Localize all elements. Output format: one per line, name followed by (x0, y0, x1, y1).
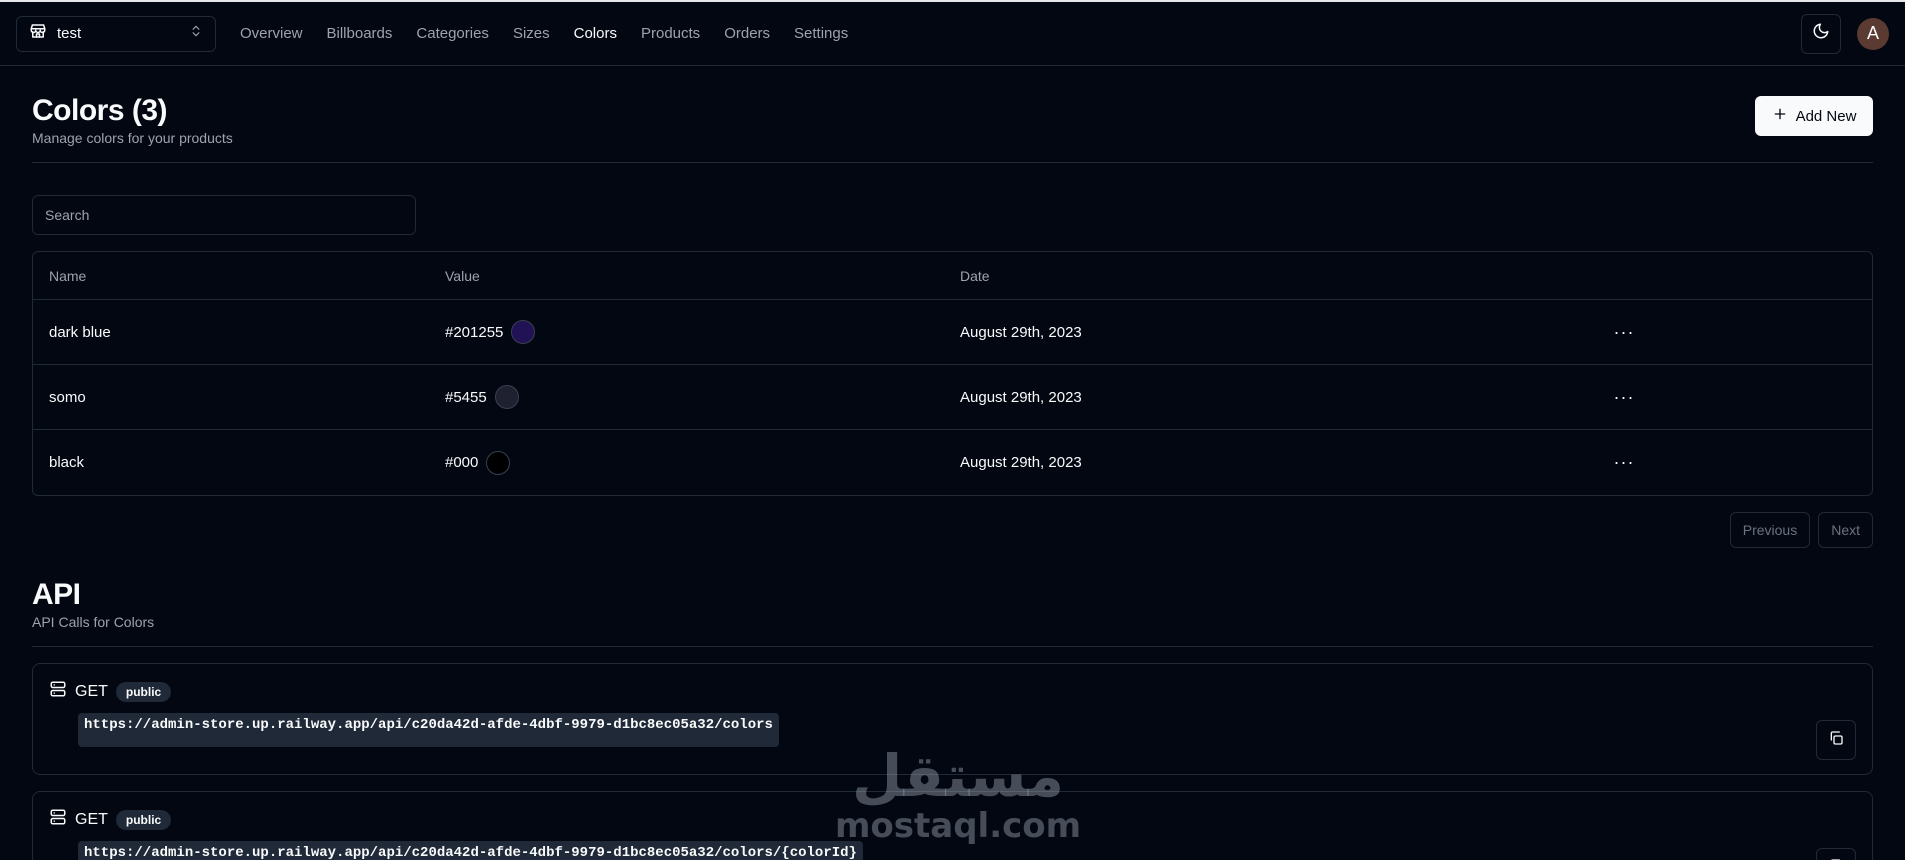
color-name: black (49, 454, 85, 471)
api-heading: API API Calls for Colors (32, 548, 1873, 630)
nav-categories[interactable]: Categories (416, 25, 489, 42)
table-row: somo #5455 August 29th, 2023 ··· (33, 365, 1872, 430)
api-title: API (32, 578, 81, 611)
api-method: GET (75, 682, 108, 700)
search-input[interactable] (32, 195, 416, 235)
nav-sizes[interactable]: Sizes (513, 25, 550, 42)
table-row: dark blue #201255 August 29th, 2023 ··· (33, 300, 1872, 365)
nav-colors[interactable]: Colors (574, 25, 617, 42)
more-horizontal-icon: ··· (1613, 452, 1635, 472)
table-header-row: Name Value Date (33, 252, 1872, 300)
next-page-button[interactable]: Next (1818, 512, 1873, 548)
color-date: August 29th, 2023 (960, 388, 1082, 406)
store-name: test (57, 25, 82, 42)
nav-products[interactable]: Products (641, 25, 700, 42)
access-badge: public (115, 681, 172, 702)
page-subtitle: Manage colors for your products (32, 130, 233, 146)
server-icon (49, 680, 67, 703)
copy-button[interactable] (1816, 848, 1856, 860)
api-call-card: GET public https://admin-store.up.railwa… (32, 663, 1873, 775)
main-content: Colors (3) Manage colors for your produc… (0, 66, 1905, 860)
api-subtitle: API Calls for Colors (32, 614, 155, 630)
color-swatch (486, 450, 511, 475)
row-actions-button[interactable]: ··· (1594, 452, 1654, 473)
api-url: https://admin-store.up.railway.app/api/c… (78, 713, 779, 747)
api-method: GET (75, 810, 108, 828)
color-value-cell: #000 (429, 450, 944, 475)
user-avatar[interactable]: A (1857, 17, 1889, 50)
copy-icon (1828, 730, 1844, 751)
api-url: https://admin-store.up.railway.app/api/c… (78, 841, 863, 860)
color-name: somo (49, 388, 86, 406)
theme-toggle-button[interactable] (1801, 13, 1841, 54)
nav-settings[interactable]: Settings (794, 25, 848, 42)
access-badge: public (115, 809, 172, 830)
color-value-cell: #201255 (429, 320, 944, 344)
page-heading: Colors (3) Manage colors for your produc… (32, 66, 1873, 146)
color-name: dark blue (49, 323, 111, 341)
row-actions-button[interactable]: ··· (1594, 387, 1654, 408)
color-date: August 29th, 2023 (960, 454, 1082, 471)
color-value: #201255 (445, 323, 504, 341)
color-swatch (511, 320, 536, 344)
server-icon (49, 808, 67, 831)
color-swatch (494, 385, 519, 409)
row-actions-button[interactable]: ··· (1594, 322, 1654, 343)
page-title: Colors (3) (32, 94, 168, 127)
column-header-name[interactable]: Name (33, 268, 429, 284)
color-date: August 29th, 2023 (960, 323, 1082, 341)
column-header-value[interactable]: Value (429, 268, 944, 284)
api-call-card: GET public https://admin-store.up.railwa… (32, 791, 1873, 860)
more-horizontal-icon: ··· (1613, 321, 1635, 342)
nav-billboards[interactable]: Billboards (327, 25, 393, 42)
add-new-label: Add New (1795, 107, 1857, 125)
previous-page-button[interactable]: Previous (1729, 512, 1811, 548)
color-value-cell: #5455 (429, 385, 944, 409)
top-navbar: test Overview Billboards Categories Size… (0, 2, 1905, 66)
separator (32, 646, 1873, 647)
main-nav: Overview Billboards Categories Sizes Col… (240, 25, 848, 42)
nav-overview[interactable]: Overview (240, 25, 303, 42)
top-right-actions: A (1801, 13, 1889, 54)
store-switcher[interactable]: test (16, 15, 216, 52)
colors-table: Name Value Date dark blue #201255 August… (32, 251, 1873, 496)
table-row: black #000 August 29th, 2023 ··· (33, 430, 1872, 495)
pagination: Previous Next (32, 512, 1873, 548)
add-new-button[interactable]: Add New (1755, 96, 1873, 136)
chevrons-up-down-icon (189, 24, 203, 43)
plus-icon (1772, 106, 1788, 126)
store-icon (29, 22, 47, 45)
color-value: #5455 (445, 388, 487, 406)
nav-orders[interactable]: Orders (724, 25, 770, 42)
more-horizontal-icon: ··· (1613, 386, 1635, 407)
color-value: #000 (445, 454, 479, 471)
moon-icon (1812, 22, 1830, 45)
copy-button[interactable] (1816, 720, 1856, 760)
column-header-date[interactable]: Date (944, 268, 1594, 284)
